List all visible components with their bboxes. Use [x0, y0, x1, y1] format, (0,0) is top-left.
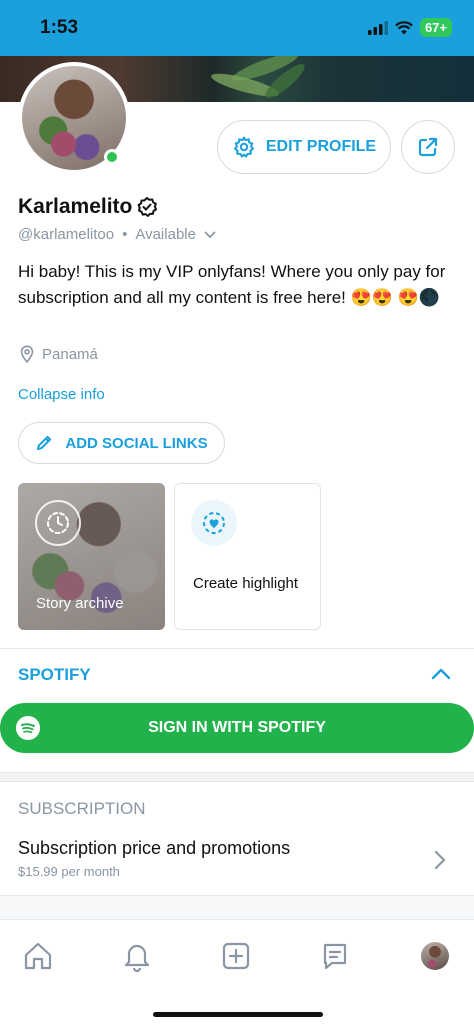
chevron-right-icon	[434, 850, 446, 870]
collapse-info-link[interactable]: Collapse info	[18, 386, 105, 403]
online-status-dot	[104, 149, 120, 165]
spotify-logo-icon	[16, 716, 40, 740]
profile-name-row: Karlamelito	[18, 195, 158, 219]
availability-status[interactable]: Available	[135, 226, 196, 243]
profile-name: Karlamelito	[18, 195, 133, 218]
tab-new-post[interactable]	[218, 938, 254, 974]
subscription-section-title: SUBSCRIPTION	[18, 799, 146, 818]
home-icon	[24, 942, 52, 970]
message-icon	[323, 943, 347, 970]
handle-row: @karlamelitoo • Available	[18, 226, 216, 243]
profile-bio: Hi baby! This is my VIP onlyfans! Where …	[18, 262, 446, 307]
chevron-down-icon[interactable]	[204, 231, 216, 239]
status-bar: 1:53 67+	[0, 0, 474, 56]
tab-notifications[interactable]	[119, 938, 155, 974]
section-separator	[0, 895, 474, 919]
share-icon	[418, 137, 438, 157]
create-highlight-card[interactable]: Create highlight	[174, 483, 321, 630]
sign-in-spotify-button[interactable]: SIGN IN WITH SPOTIFY	[0, 703, 474, 753]
add-social-links-label: ADD SOCIAL LINKS	[65, 434, 208, 452]
status-time: 1:53	[40, 17, 79, 38]
signal-icon	[367, 20, 388, 35]
location-pin-icon	[20, 345, 34, 363]
spotify-section-title[interactable]: SPOTIFY	[18, 665, 91, 685]
edit-profile-button[interactable]: EDIT PROFILE	[217, 120, 391, 174]
gear-icon	[233, 136, 254, 158]
bottom-tab-bar	[0, 919, 474, 1026]
tab-messages[interactable]	[317, 938, 353, 974]
status-icons: 67+	[367, 18, 452, 37]
story-archive-label: Story archive	[36, 595, 124, 612]
pencil-icon	[37, 435, 52, 450]
wifi-icon	[395, 20, 413, 34]
heart-circle-icon	[191, 500, 237, 546]
separator-dot: •	[122, 226, 128, 243]
add-social-links-button[interactable]: ADD SOCIAL LINKS	[18, 422, 225, 464]
chevron-up-icon[interactable]	[430, 666, 452, 682]
verified-badge-icon	[137, 197, 158, 217]
sign-in-spotify-label: SIGN IN WITH SPOTIFY	[148, 719, 326, 736]
profile-handle: @karlamelitoo	[18, 226, 115, 243]
tab-profile[interactable]	[417, 938, 453, 974]
bell-icon	[124, 944, 150, 972]
subscription-price: $15.99 per month	[18, 864, 120, 879]
profile-avatar-thumbnail	[421, 942, 449, 970]
edit-profile-label: EDIT PROFILE	[265, 138, 377, 155]
home-indicator	[153, 1012, 323, 1017]
create-highlight-label: Create highlight	[193, 575, 299, 592]
clock-history-icon	[35, 500, 81, 546]
plus-square-icon	[222, 942, 250, 970]
battery-badge: 67+	[419, 18, 452, 37]
share-profile-button[interactable]	[401, 120, 455, 174]
story-archive-card[interactable]: Story archive	[18, 483, 165, 630]
subscription-row-label: Subscription price and promotions	[18, 838, 291, 858]
section-divider	[0, 648, 474, 649]
section-separator	[0, 772, 474, 782]
profile-location: Panamá	[20, 345, 98, 363]
tab-home[interactable]	[20, 938, 56, 974]
location-text: Panamá	[42, 345, 98, 363]
